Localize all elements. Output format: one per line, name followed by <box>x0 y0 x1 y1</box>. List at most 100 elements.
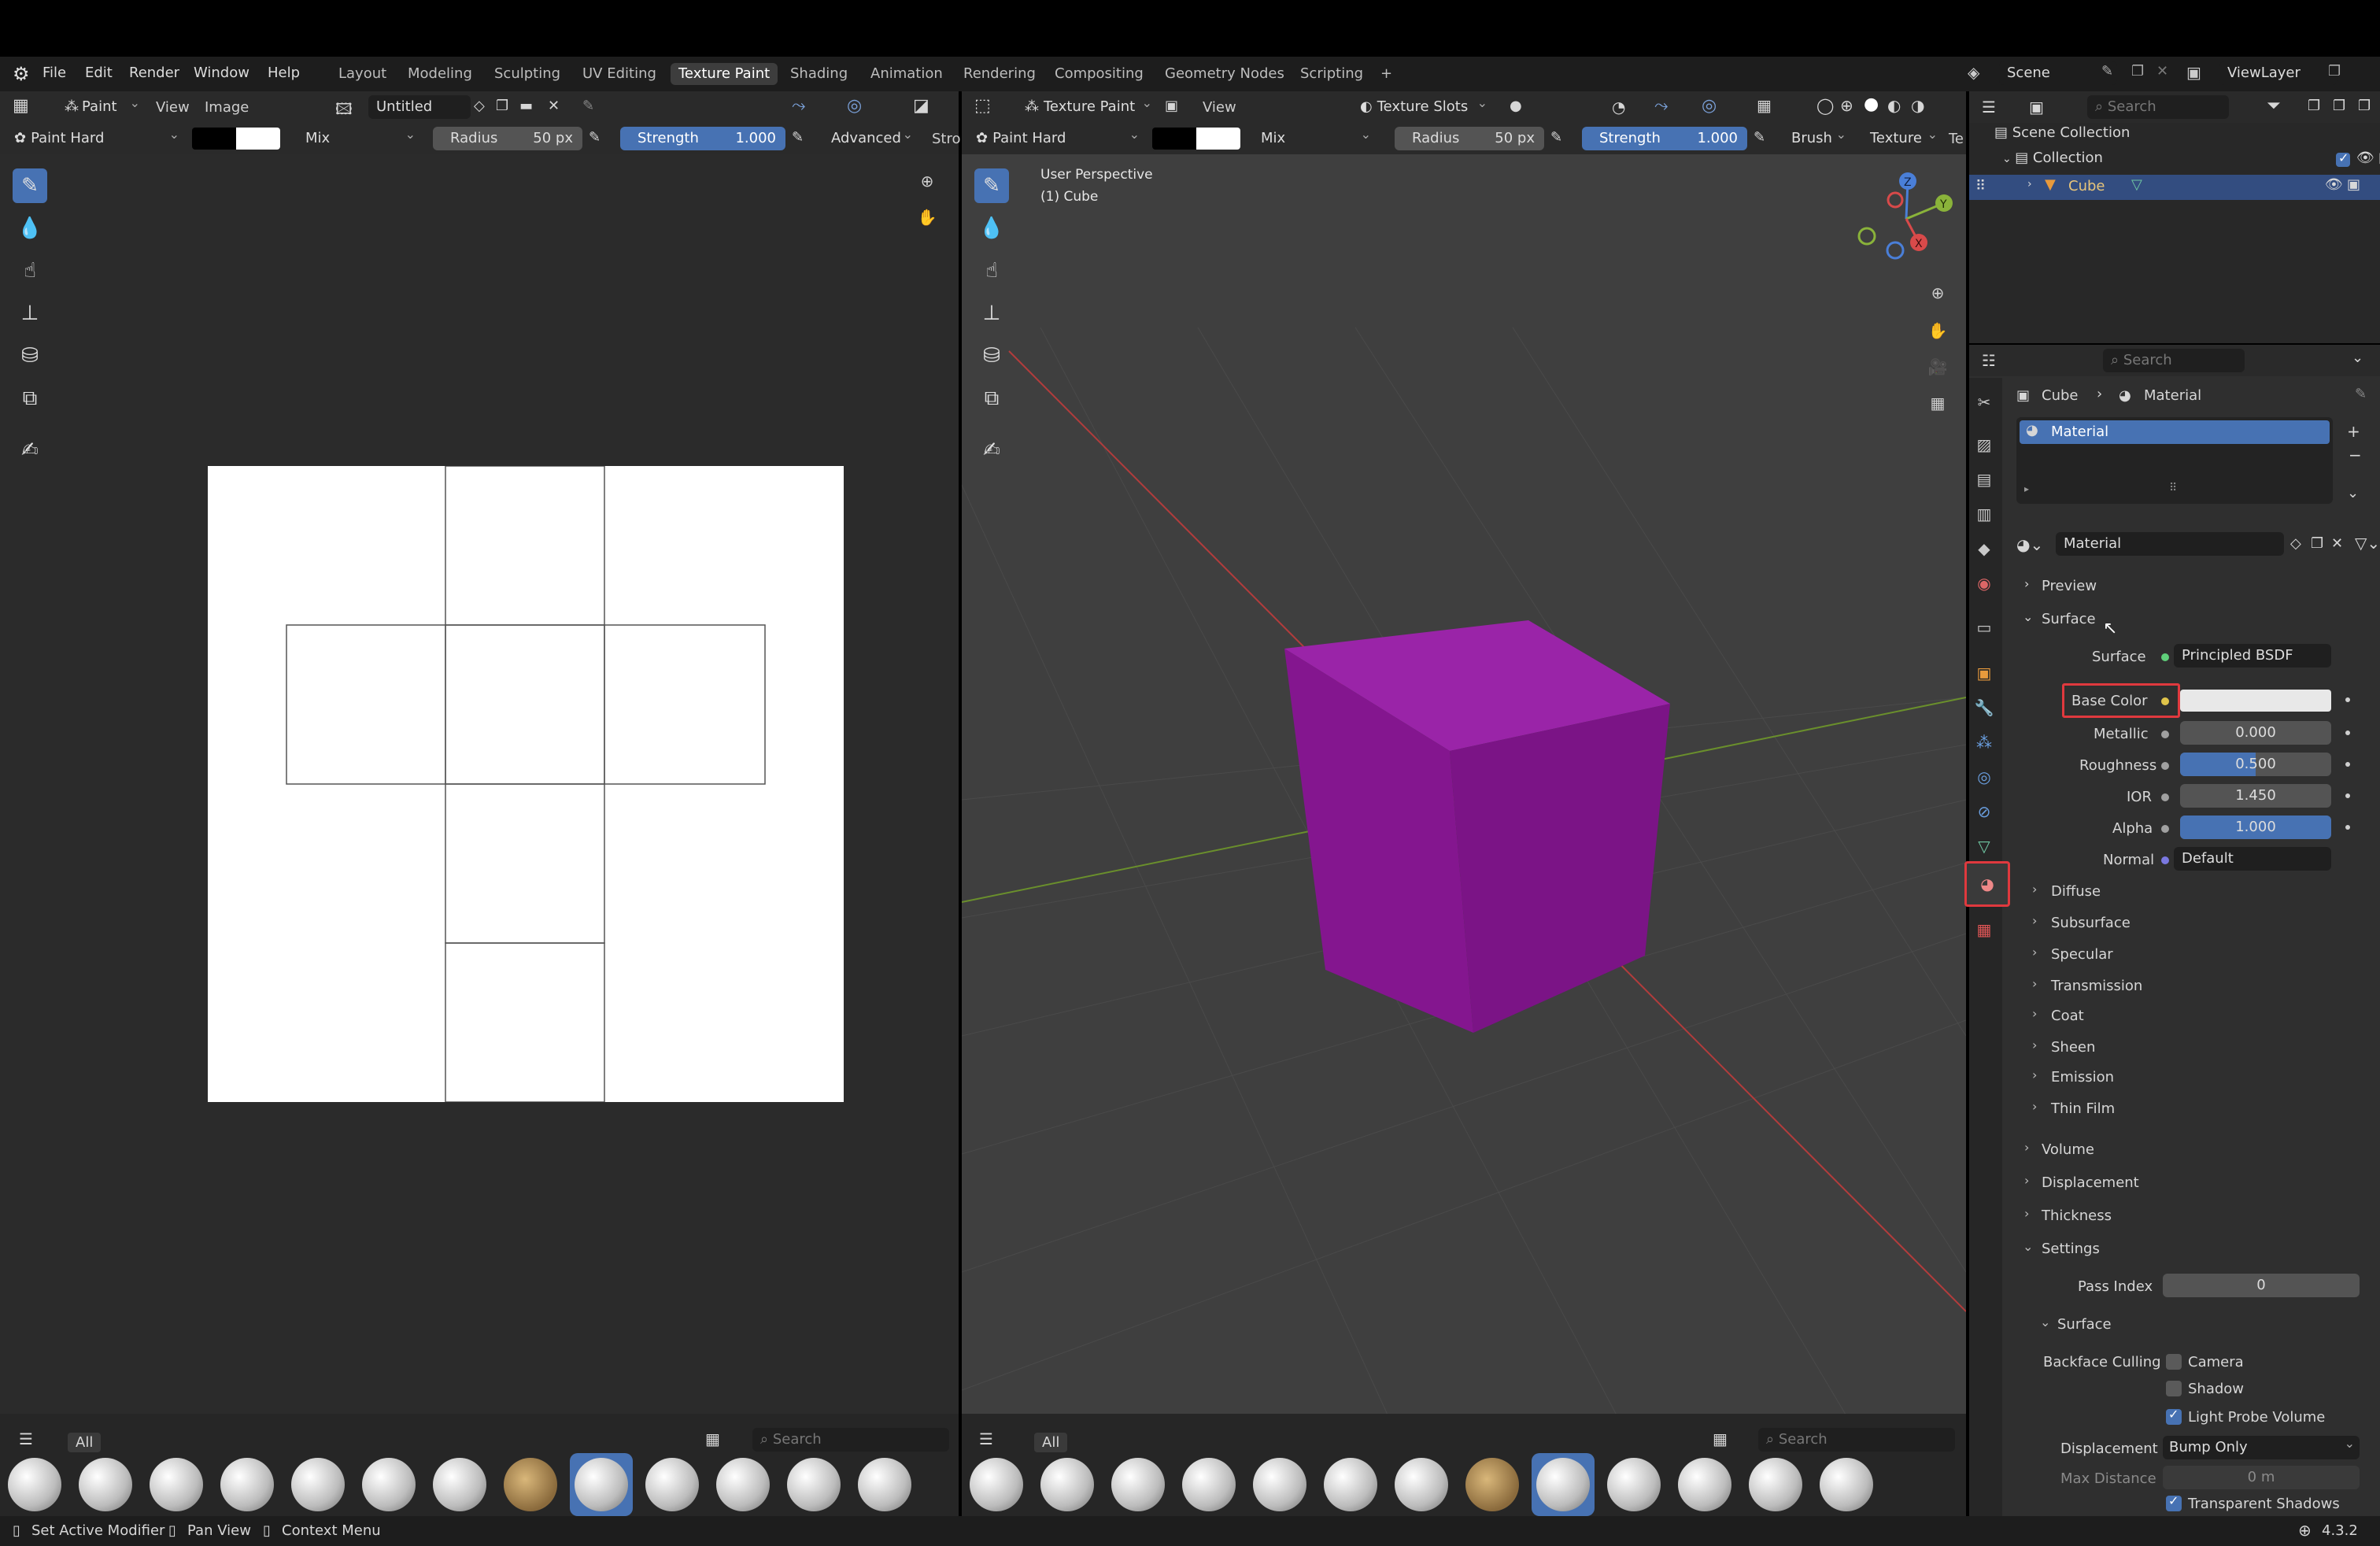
material-browse-icon[interactable]: ◕⌄ <box>2016 535 2043 554</box>
duplicate-material-icon[interactable]: ❐ <box>2311 535 2323 552</box>
shelf-menu-icon[interactable]: ☰ <box>19 1429 33 1448</box>
keyframe-dot[interactable] <box>2345 825 2350 830</box>
camera-icon[interactable]: ▣ <box>2347 176 2360 193</box>
texture-menu[interactable]: Texture <box>1864 127 1942 150</box>
open-image-icon[interactable]: ▬ <box>519 98 533 114</box>
drag-icon[interactable]: ⠿ <box>1975 178 1986 194</box>
world-tab-icon[interactable]: ◉ <box>1971 570 1998 597</box>
chevron-right-icon[interactable]: › <box>2032 976 2037 991</box>
brush-selector[interactable]: ✿ Paint Hard <box>8 127 184 150</box>
viewport-mode-selector[interactable]: ⁂ Texture Paint <box>1018 95 1157 119</box>
cube-object[interactable] <box>962 91 1966 1516</box>
scene-tab-icon[interactable]: ◆ <box>1971 535 1998 562</box>
brush-thumb[interactable] <box>1248 1453 1311 1516</box>
displacement-method-dropdown[interactable]: Bump Only <box>2163 1436 2360 1459</box>
unlink-image-icon[interactable]: ✕ <box>548 98 560 114</box>
chevron-down-icon[interactable]: ⌄ <box>2023 1239 2033 1254</box>
chevron-down-icon[interactable]: ⌄ <box>2352 350 2363 366</box>
add-icon[interactable]: ❐ <box>2333 98 2345 114</box>
brush-thumb-active[interactable] <box>1532 1453 1595 1516</box>
shading-toggle-icon[interactable]: ▣ <box>1165 98 1178 114</box>
strength-field[interactable]: Strength 1.000 <box>620 127 785 150</box>
menu-render[interactable]: Render <box>129 65 179 81</box>
mask-tool-icon[interactable]: ⧉ <box>13 381 47 416</box>
pass-index-field[interactable]: 0 <box>2163 1274 2360 1297</box>
fill-tool-icon[interactable]: ⛁ <box>13 338 47 373</box>
editor-type-icon[interactable]: ☷ <box>1982 351 1996 370</box>
pan-hand-icon[interactable]: ✋ <box>1927 320 1949 342</box>
normal-socket-icon[interactable] <box>2161 856 2169 864</box>
shelf-display-icon[interactable]: ▦ <box>705 1429 720 1448</box>
tab-rendering[interactable]: Rendering <box>955 63 1044 85</box>
add-workspace-button[interactable]: + <box>1373 63 1400 85</box>
texture-slots-dropdown[interactable]: ◐ Texture Slots <box>1354 95 1492 119</box>
resize-handle-icon[interactable]: ⠿ <box>2169 482 2177 494</box>
radius-field[interactable]: Radius 50 px <box>433 127 582 150</box>
pin-icon[interactable]: ✎ <box>2101 63 2113 80</box>
chevron-right-icon[interactable]: › <box>2024 1140 2029 1155</box>
brush-thumb[interactable] <box>3 1453 66 1516</box>
roughness-socket-icon[interactable] <box>2161 762 2169 770</box>
surface-chevron-icon[interactable]: ⌄ <box>2023 609 2033 624</box>
collection-exclude-checkbox[interactable] <box>2336 150 2350 167</box>
visibility-icon[interactable]: ◔ <box>1612 98 1625 117</box>
brush-thumb[interactable] <box>428 1453 491 1516</box>
fake-user-icon[interactable]: ◇ <box>2290 535 2301 552</box>
clone-tool-icon[interactable]: ⊥ <box>13 296 47 331</box>
ior-socket-icon[interactable] <box>2161 793 2169 801</box>
outliner-search-input[interactable]: ⌕ Search <box>2087 95 2229 119</box>
chevron-right-icon[interactable]: › <box>2032 945 2037 960</box>
menu-file[interactable]: File <box>42 65 66 81</box>
brush-display-icon[interactable]: ● <box>1510 98 1522 114</box>
chevron-right-icon[interactable]: › <box>2032 1099 2037 1114</box>
solid-shading-icon[interactable]: ⊕ <box>1840 96 1853 115</box>
light-probe-checkbox[interactable] <box>2166 1407 2182 1425</box>
displacement-section[interactable]: Displacement <box>2042 1174 2139 1191</box>
material-tab-icon[interactable]: ◕ <box>1974 871 2001 897</box>
chevron-right-icon[interactable]: › <box>2024 1173 2029 1188</box>
shadow-checkbox[interactable] <box>2166 1381 2182 1396</box>
mode-selector[interactable]: ⁂ Paint <box>58 95 145 119</box>
duplicate-icon[interactable]: ❐ <box>2358 98 2371 114</box>
surface-shader-field[interactable]: Principled BSDF <box>2174 644 2331 668</box>
unlink-material-icon[interactable]: ✕ <box>2331 535 2343 552</box>
tab-sculpting[interactable]: Sculpting <box>486 63 568 85</box>
brush-thumb[interactable] <box>1602 1453 1665 1516</box>
display-channels-icon[interactable]: ◪ <box>913 96 929 116</box>
tab-layout[interactable]: Layout <box>331 63 394 85</box>
smear-tool-icon[interactable]: ☝ <box>13 253 47 288</box>
zoom-icon[interactable]: ⊕ <box>1927 282 1949 304</box>
diffuse-subpanel[interactable]: Diffuse <box>2051 883 2101 900</box>
soften-tool-icon[interactable]: 💧 <box>974 211 1009 246</box>
alpha-socket-icon[interactable] <box>2161 825 2169 833</box>
tab-animation[interactable]: Animation <box>863 63 951 85</box>
image-browse-icon[interactable]: 🖾 <box>335 98 353 124</box>
data-tab-icon[interactable]: ▽ <box>1971 833 1998 860</box>
tab-uv-editing[interactable]: UV Editing <box>575 63 664 85</box>
ortho-toggle-icon[interactable]: ▦ <box>1927 392 1949 414</box>
chevron-right-icon[interactable]: › <box>2032 913 2037 928</box>
tab-texture-paint[interactable]: Texture Paint <box>671 63 778 85</box>
chevron-down-icon[interactable]: ⌄ <box>2040 1315 2050 1330</box>
material-shading-icon[interactable]: ● <box>1864 94 1879 114</box>
preview-chevron-icon[interactable]: › <box>2024 576 2029 591</box>
roughness-field[interactable]: 0.500 <box>2180 753 2331 776</box>
eye-icon[interactable]: 👁 <box>2325 176 2343 193</box>
transmission-subpanel[interactable]: Transmission <box>2051 978 2142 994</box>
pan-hand-icon[interactable]: ✋ <box>916 206 938 228</box>
tab-geometry-nodes[interactable]: Geometry Nodes <box>1157 63 1292 85</box>
slot-menu-icon[interactable]: ⌄ <box>2347 485 2359 501</box>
chevron-right-icon[interactable]: › <box>2032 1006 2037 1021</box>
base-color-swatch[interactable] <box>2180 690 2331 712</box>
brush-thumb[interactable] <box>499 1453 562 1516</box>
radius-pressure-icon[interactable]: ✎ <box>589 129 601 146</box>
blend-mode-selector[interactable]: Mix <box>299 127 420 150</box>
surface-section[interactable]: Surface <box>2042 611 2096 627</box>
emission-subpanel[interactable]: Emission <box>2051 1069 2114 1086</box>
new-image-icon[interactable]: ❐ <box>496 98 508 114</box>
outliner-collection[interactable]: ⌄ ▤ Collection 👁 ▣ <box>2002 150 2380 175</box>
mask-tool-icon[interactable]: ⧉ <box>974 381 1009 416</box>
chevron-right-icon[interactable]: › <box>2027 178 2032 190</box>
viewport-blend-selector[interactable]: Mix <box>1255 127 1376 150</box>
brush-menu[interactable]: Brush <box>1785 127 1851 150</box>
